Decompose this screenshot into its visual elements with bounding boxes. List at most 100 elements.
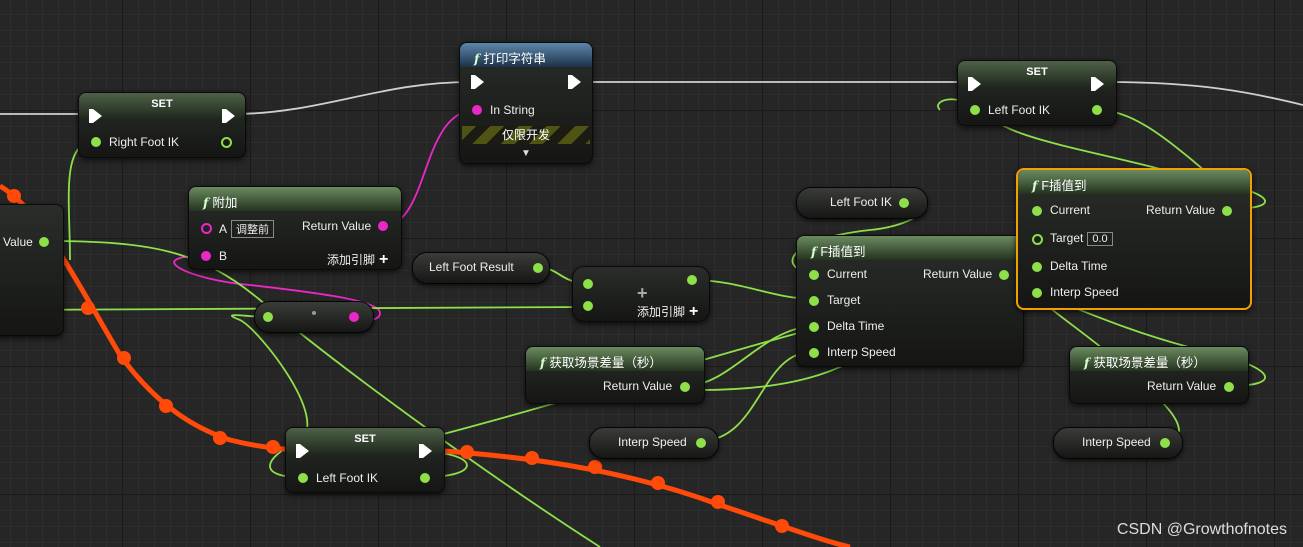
interp-speed-label: Interp Speed [827,345,896,359]
right-foot-ik-label: Right Foot IK [109,135,180,149]
variable-label: Interp Speed [618,435,687,449]
left-foot-ik-label: Left Foot IK [988,103,1051,117]
interp-speed-pin[interactable] [1032,288,1042,298]
variable-label: Interp Speed [1082,435,1151,449]
value-getter-node[interactable]: Value [0,204,64,336]
interp-speed-variable-right[interactable]: Interp Speed [1053,427,1183,459]
add-pin-button[interactable]: 添加引脚 + [327,251,388,269]
delta-time-pin[interactable] [809,322,819,332]
set-left-foot-ik-node-bottom[interactable]: SET Left Foot IK [285,427,445,493]
current-pin[interactable] [1032,206,1042,216]
exec-out-pin[interactable] [419,444,432,458]
interp-speed-pin[interactable] [809,348,819,358]
target-value-field[interactable]: 0.0 [1087,232,1113,246]
return-value-pin[interactable] [999,270,1009,280]
node-title: F插值到 [820,245,866,259]
reroute-input-pin[interactable] [263,312,273,322]
right-foot-ik-input-pin[interactable] [91,137,101,147]
finterp-to-node-selected[interactable]: f F插值到 Current Return Value Target 0.0 Del… [1016,168,1252,310]
left-foot-ik-variable[interactable]: Left Foot IK [796,187,928,219]
exec-wire [232,81,471,115]
print-string-node[interactable]: f 打印字符串 In String 仅限开发 ▼ [459,42,593,164]
interp-speed-variable[interactable]: Interp Speed [589,427,719,459]
left-foot-ik-output-pin[interactable] [1092,105,1102,115]
target-pin[interactable] [1032,234,1043,245]
node-title: 打印字符串 [483,52,546,66]
left-foot-ik-input-pin[interactable] [970,105,980,115]
value-output-pin[interactable] [39,237,49,247]
add-float-node[interactable]: + 添加引脚 + [572,266,710,322]
variable-output-pin[interactable] [696,438,706,448]
exec-in-pin[interactable] [471,75,484,89]
a-input-pin[interactable] [201,223,212,234]
target-label: Target [827,293,861,307]
reroute-node[interactable] [254,301,374,333]
interp-speed-label: Interp Speed [1050,285,1119,299]
delta-time-pin[interactable] [1032,262,1042,272]
variable-output-pin[interactable] [1160,438,1170,448]
a-label-text: A [219,222,228,236]
append-node[interactable]: f 附加 A 调整前 Return Value B 添加引脚 + [188,186,402,270]
function-icon: f [474,51,480,66]
return-value-label: Return Value [302,219,372,233]
variable-output-pin[interactable] [533,263,543,273]
plus-icon: + [689,303,699,320]
exec-out-pin[interactable] [1091,77,1104,91]
in-string-label: In String [490,103,535,117]
current-pin[interactable] [809,270,819,280]
float-wire [699,351,813,442]
add-input-a-pin[interactable] [583,279,593,289]
function-icon: f [811,244,817,259]
exec-in-pin[interactable] [89,109,102,123]
return-value-pin[interactable] [1224,382,1234,392]
get-world-delta-seconds-node-right[interactable]: f 获取场景差量（秒） Return Value [1069,346,1249,404]
left-foot-ik-input-pin[interactable] [298,473,308,483]
return-value-pin[interactable] [680,382,690,392]
variable-label: Left Foot IK [830,195,893,209]
delta-time-label: Delta Time [827,319,885,333]
node-title: F插值到 [1041,179,1087,193]
current-label: Current [827,267,868,281]
target-pin[interactable] [809,296,819,306]
function-icon: f [540,355,546,370]
a-default-value-field[interactable]: 调整前 [231,220,275,238]
function-icon: f [1032,178,1038,193]
variable-output-pin[interactable] [899,198,909,208]
function-icon: f [1084,355,1090,370]
add-pin-label: 添加引脚 [327,253,376,267]
right-foot-ik-output-pin[interactable] [221,137,232,148]
left-foot-ik-label: Left Foot IK [316,471,379,485]
left-foot-ik-output-pin[interactable] [420,473,430,483]
add-pin-button[interactable]: 添加引脚 + [637,303,698,321]
current-label: Current [1050,203,1091,217]
get-world-delta-seconds-node[interactable]: f 获取场景差量（秒） Return Value [525,346,705,404]
target-label: Target 0.0 [1050,231,1113,246]
exec-in-pin[interactable] [968,77,981,91]
watermark-text: CSDN @Growthofnotes [1116,521,1287,538]
set-right-foot-ik-node[interactable]: SET Right Foot IK [78,92,246,158]
exec-out-pin[interactable] [568,75,581,89]
float-wire [43,240,601,547]
node-title: 获取场景差量（秒） [1093,356,1206,370]
b-label: B [219,249,228,263]
return-value-pin[interactable] [1222,206,1232,216]
expand-arrow-icon[interactable]: ▼ [521,148,531,159]
add-output-pin[interactable] [687,275,697,285]
b-input-pin[interactable] [201,251,211,261]
set-left-foot-ik-node-top[interactable]: SET Left Foot IK [957,60,1117,126]
exec-in-pin[interactable] [296,444,309,458]
set-node-title: SET [151,98,173,110]
return-value-label: Return Value [1147,379,1217,393]
reroute-output-pin[interactable] [349,312,359,322]
return-value-label: Return Value [923,267,993,281]
left-foot-result-variable[interactable]: Left Foot Result [412,252,550,284]
return-value-pin[interactable] [378,221,388,231]
node-title: 获取场景差量（秒） [549,356,662,370]
finterp-to-node[interactable]: f F插值到 Current Return Value Target Delta … [796,235,1024,367]
return-value-label: Return Value [1146,203,1216,217]
in-string-pin[interactable] [472,105,482,115]
value-output-label: Value [3,235,33,249]
function-icon: f [203,195,209,210]
exec-out-pin[interactable] [222,109,235,123]
add-input-b-pin[interactable] [583,301,593,311]
